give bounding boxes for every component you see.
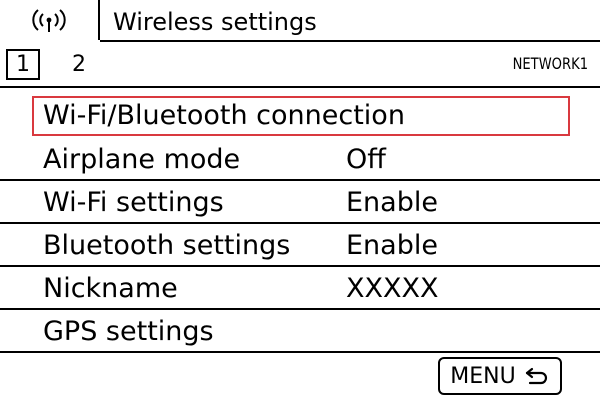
menu-item-value: Off [346, 144, 386, 175]
menu-item-label: Airplane mode [43, 144, 241, 175]
menu-item-label: Wi-Fi settings [43, 187, 224, 218]
menu-item-label: Wi-Fi/Bluetooth connection [43, 100, 405, 131]
menu-top-divider [0, 86, 600, 88]
menu-item-value: Enable [346, 187, 438, 218]
menu-item-label: Nickname [43, 273, 178, 304]
menu-item-value: Enable [346, 230, 438, 261]
page-title: Wireless settings [113, 8, 317, 36]
menu-item-label: Bluetooth settings [43, 230, 291, 261]
wireless-tab[interactable] [0, 0, 100, 40]
menu-item-airplane-mode[interactable]: Airplane mode Off [0, 138, 600, 181]
menu-item-nickname[interactable]: Nickname XXXXX [0, 267, 600, 310]
page-tab-1[interactable]: 1 [6, 49, 40, 80]
menu-item-wifi-settings[interactable]: Wi-Fi settings Enable [0, 181, 600, 224]
menu-item-wifi-bluetooth-connection[interactable]: Wi-Fi/Bluetooth connection [0, 94, 600, 137]
menu-back-button[interactable]: MENU [438, 357, 562, 395]
menu-button-label: MENU [450, 363, 516, 389]
header-divider [100, 40, 600, 42]
return-arrow-icon [525, 367, 547, 385]
page-tab-2[interactable]: 2 [72, 49, 86, 80]
menu-item-label: GPS settings [43, 316, 214, 347]
menu-item-bluetooth-settings[interactable]: Bluetooth settings Enable [0, 224, 600, 267]
wireless-signal-icon [32, 9, 66, 32]
menu-item-gps-settings[interactable]: GPS settings [0, 310, 600, 353]
menu-item-value: XXXXX [346, 273, 439, 304]
menu-id-label: NETWORK1 [512, 54, 588, 73]
